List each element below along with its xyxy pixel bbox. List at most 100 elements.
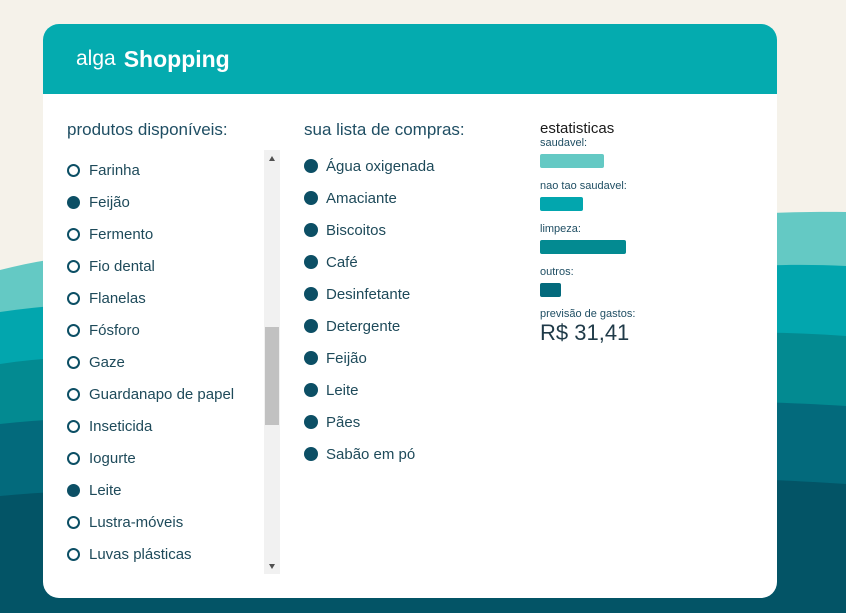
- products-title: produtos disponíveis:: [67, 120, 228, 139]
- stat-group: outros:: [540, 266, 740, 297]
- radio-unchecked-icon[interactable]: [67, 515, 80, 529]
- stat-label: nao tao saudavel:: [540, 180, 627, 192]
- bullet-dot-icon: [304, 415, 318, 429]
- shopping-list-item[interactable]: Amaciante: [304, 182, 504, 214]
- radio-checked-icon[interactable]: [67, 483, 80, 497]
- scroll-up-arrow-icon[interactable]: [264, 150, 280, 166]
- bullet-dot-icon: [304, 351, 318, 365]
- products-scrollbar[interactable]: [264, 150, 280, 574]
- radio-unchecked-icon[interactable]: [67, 451, 80, 465]
- product-label: Flanelas: [89, 289, 146, 307]
- radio-unchecked-icon[interactable]: [67, 163, 80, 177]
- radio-unchecked-icon[interactable]: [67, 259, 80, 273]
- product-label: Farinha: [89, 161, 140, 179]
- bullet-dot-icon: [304, 223, 318, 237]
- product-item[interactable]: Fermento: [67, 218, 263, 250]
- stat-bar: [540, 283, 561, 297]
- stats-title: estatisticas: [540, 120, 615, 137]
- shopping-list-item[interactable]: Biscoitos: [304, 214, 504, 246]
- product-item[interactable]: Luvas plásticas: [67, 538, 263, 570]
- scroll-thumb[interactable]: [265, 327, 279, 425]
- bullet-dot-icon: [304, 191, 318, 205]
- product-label: Fio dental: [89, 257, 155, 275]
- shopping-list-item[interactable]: Pães: [304, 406, 504, 438]
- radio-unchecked-icon[interactable]: [67, 227, 80, 241]
- radio-unchecked-icon[interactable]: [67, 291, 80, 305]
- radio-unchecked-icon[interactable]: [67, 323, 80, 337]
- product-label: Fósforo: [89, 321, 140, 339]
- stats-bars: saudavel: nao tao saudavel: limpeza: outros…: [540, 137, 740, 297]
- radio-checked-icon[interactable]: [67, 195, 80, 209]
- product-item[interactable]: Flanelas: [67, 282, 263, 314]
- stat-bar: [540, 240, 626, 254]
- products-list: Farinha Feijão Fermento Fio dental Flanelas F…: [67, 154, 263, 570]
- bullet-dot-icon: [304, 383, 318, 397]
- product-item[interactable]: Lustra-móveis: [67, 506, 263, 538]
- app-header: alga Shopping: [43, 24, 777, 94]
- radio-unchecked-icon[interactable]: [67, 387, 80, 401]
- product-label: Guardanapo de papel: [89, 385, 235, 403]
- product-item[interactable]: Gaze: [67, 346, 263, 378]
- shopping-list: Água oxigenada Amaciante Biscoitos Café Desi…: [304, 150, 504, 470]
- bullet-dot-icon: [304, 287, 318, 301]
- shopping-item-label: Biscoitos: [326, 221, 387, 239]
- product-label: Lustra-móveis: [89, 513, 184, 531]
- product-label: Iogurte: [89, 449, 136, 467]
- product-label: Luvas plásticas: [89, 545, 192, 563]
- stats-column: estatisticas saudavel: nao tao saudavel: l…: [540, 120, 740, 346]
- bullet-dot-icon: [304, 319, 318, 333]
- product-label: Gaze: [89, 353, 125, 371]
- shopping-item-label: Café: [326, 253, 358, 271]
- shopping-list-item[interactable]: Café: [304, 246, 504, 278]
- shopping-list-column: sua lista de compras: Água oxigenada Amac…: [304, 120, 465, 463]
- stat-label: outros:: [540, 266, 574, 278]
- product-label: Fermento: [89, 225, 154, 243]
- radio-unchecked-icon[interactable]: [67, 547, 80, 561]
- product-item[interactable]: Guardanapo de papel: [67, 378, 263, 410]
- shopping-item-label: Feijão: [326, 349, 367, 367]
- bullet-dot-icon: [304, 255, 318, 269]
- product-label: Feijão: [89, 193, 130, 211]
- stat-label: limpeza:: [540, 223, 581, 235]
- product-label: Leite: [89, 481, 122, 499]
- forecast-value: R$ 31,41: [540, 320, 630, 345]
- stat-label: saudavel:: [540, 137, 588, 149]
- shopping-list-item[interactable]: Leite: [304, 374, 504, 406]
- bullet-dot-icon: [304, 159, 318, 173]
- product-item[interactable]: Feijão: [67, 186, 263, 218]
- shopping-item-label: Sabão em pó: [326, 445, 416, 463]
- shopping-item-label: Água oxigenada: [326, 157, 435, 175]
- bullet-dot-icon: [304, 447, 318, 461]
- app-card: alga Shopping produtos disponíveis: Fari…: [43, 24, 777, 598]
- shopping-list-item[interactable]: Sabão em pó: [304, 438, 504, 470]
- brand-light: alga: [76, 47, 116, 70]
- shopping-list-item[interactable]: Desinfetante: [304, 278, 504, 310]
- shopping-item-label: Pães: [326, 413, 361, 431]
- product-item[interactable]: Fio dental: [67, 250, 263, 282]
- shopping-list-item[interactable]: Água oxigenada: [304, 150, 504, 182]
- stat-group: nao tao saudavel:: [540, 180, 740, 211]
- product-item[interactable]: Inseticida: [67, 410, 263, 442]
- shopping-item-label: Amaciante: [326, 189, 397, 207]
- shopping-list-item[interactable]: Detergente: [304, 310, 504, 342]
- product-item[interactable]: Farinha: [67, 154, 263, 186]
- stat-bar: [540, 154, 604, 168]
- shopping-item-label: Desinfetante: [326, 285, 411, 303]
- brand-bold: Shopping: [123, 45, 230, 72]
- product-item[interactable]: Leite: [67, 474, 263, 506]
- forecast-label: previsão de gastos:: [540, 308, 636, 320]
- scroll-down-arrow-icon[interactable]: [264, 558, 280, 574]
- shopping-list-item[interactable]: Feijão: [304, 342, 504, 374]
- radio-unchecked-icon[interactable]: [67, 355, 80, 369]
- product-item[interactable]: Iogurte: [67, 442, 263, 474]
- stat-group: limpeza:: [540, 223, 740, 254]
- shopping-item-label: Detergente: [326, 317, 401, 335]
- stat-bar: [540, 197, 583, 211]
- stat-group: saudavel:: [540, 137, 740, 168]
- radio-unchecked-icon[interactable]: [67, 419, 80, 433]
- products-column: produtos disponíveis: Farinha Feijão Ferme…: [67, 120, 234, 563]
- shopping-item-label: Leite: [326, 381, 359, 399]
- product-item[interactable]: Fósforo: [67, 314, 263, 346]
- product-label: Inseticida: [89, 417, 153, 435]
- shopping-list-title: sua lista de compras:: [304, 120, 465, 139]
